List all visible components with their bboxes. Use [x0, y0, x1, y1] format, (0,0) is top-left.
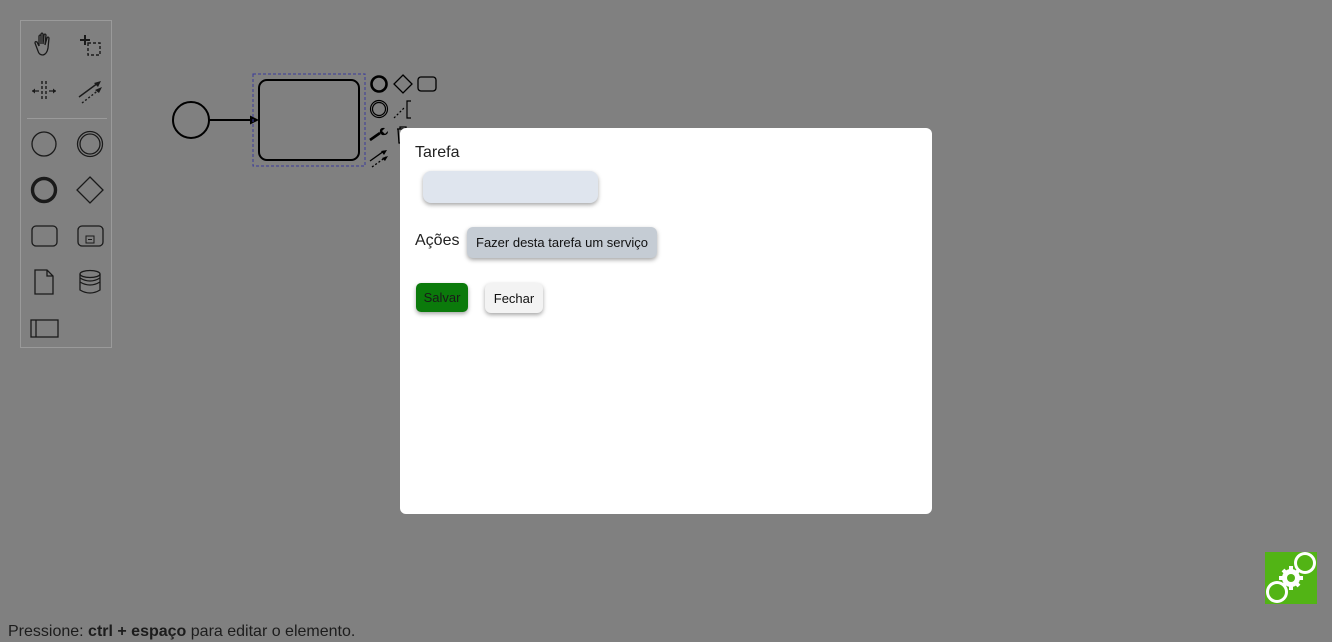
lasso-tool-icon[interactable]	[74, 29, 106, 61]
append-intermediate-event-icon[interactable]	[368, 98, 390, 120]
append-gateway-icon[interactable]	[392, 73, 414, 95]
task-shape[interactable]	[258, 79, 360, 161]
hint-shortcut: ctrl + espaço	[88, 623, 187, 640]
close-button[interactable]: Fechar	[485, 283, 543, 313]
task-icon[interactable]	[28, 220, 60, 252]
global-connect-tool-icon[interactable]	[74, 75, 106, 107]
hint-prefix: Pressione:	[8, 623, 89, 640]
edit-task-modal: Tarefa Ações Fazer desta tarefa um servi…	[400, 128, 932, 514]
intermediate-event-icon[interactable]	[74, 128, 106, 160]
selection-outline	[252, 73, 366, 167]
gears-logo-icon[interactable]	[1265, 552, 1317, 604]
task-label: Tarefa	[415, 144, 460, 161]
append-end-event-icon[interactable]	[368, 73, 390, 95]
text-annotation-icon[interactable]	[392, 98, 414, 120]
connect-arrow-icon[interactable]	[368, 147, 390, 169]
subprocess-icon[interactable]	[74, 220, 106, 252]
make-service-button[interactable]: Fazer desta tarefa um serviço	[467, 227, 657, 258]
tool-palette	[20, 20, 112, 348]
space-tool-icon[interactable]	[28, 75, 60, 107]
start-event-shape[interactable]	[172, 101, 210, 139]
end-event-icon[interactable]	[28, 174, 60, 206]
task-name-input[interactable]	[423, 171, 598, 203]
hand-tool-icon[interactable]	[28, 29, 60, 61]
sequence-flow-arrowhead	[250, 115, 259, 125]
keyboard-hint: Pressione: ctrl + espaço para editar o e…	[8, 623, 355, 641]
data-store-icon[interactable]	[74, 266, 106, 298]
change-type-wrench-icon[interactable]	[368, 123, 390, 145]
participant-pool-icon[interactable]	[28, 312, 60, 344]
gateway-icon[interactable]	[74, 174, 106, 206]
save-button[interactable]: Salvar	[416, 283, 468, 312]
start-event-icon[interactable]	[28, 128, 60, 160]
palette-separator	[27, 118, 107, 119]
actions-label: Ações	[415, 232, 460, 249]
data-object-icon[interactable]	[28, 266, 60, 298]
hint-suffix: para editar o elemento.	[186, 623, 356, 640]
append-task-icon[interactable]	[416, 73, 438, 95]
